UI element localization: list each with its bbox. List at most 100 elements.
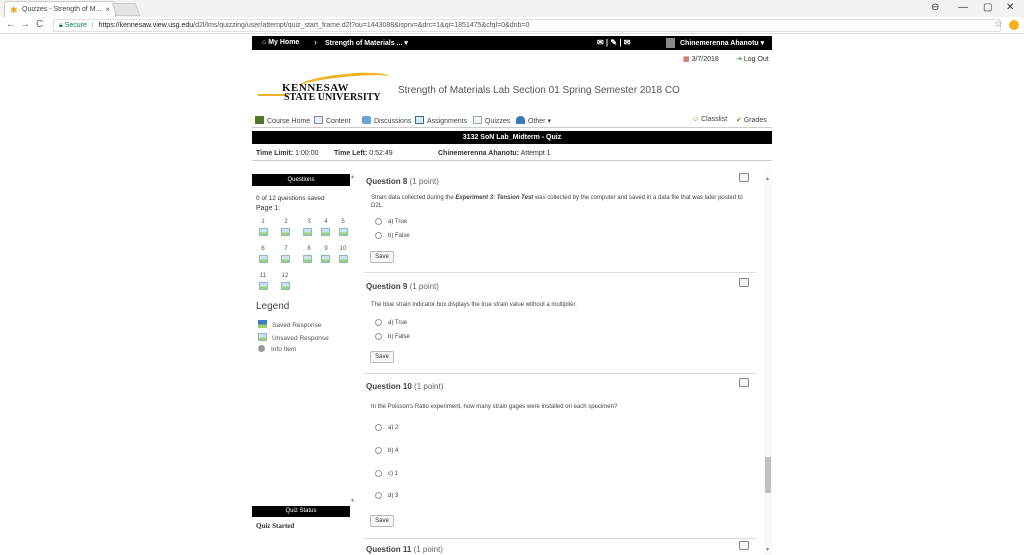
user-name: Chinemerenna Ahanotu [680,40,759,47]
question-divider [364,272,756,273]
lock-icon: 🔒︎ [59,22,63,29]
question-10-option-b[interactable]: b) 4 [375,447,398,454]
scroll-up-icon[interactable]: ▲ [765,176,770,182]
close-window-button[interactable]: ✕ [1006,2,1014,13]
course-selector[interactable]: Strength of Materials ... ▾ [325,39,408,47]
question-link-1[interactable]: 1 [257,219,269,225]
radio-button[interactable] [375,333,382,340]
grades-link[interactable]: ✔ Grades [736,116,767,124]
maximize-button[interactable]: ▢ [983,2,992,13]
sidebar-scrollbar[interactable]: ▲ ▼ [350,174,356,504]
minimize-button[interactable]: — [958,2,968,13]
radio-button[interactable] [375,424,382,431]
question-10-save-button[interactable]: Save [370,515,394,527]
unsaved-response-icon[interactable] [259,228,268,236]
question-link-5[interactable]: 5 [337,219,349,225]
question-8-option-b[interactable]: b) False [375,232,410,239]
discussions-link[interactable]: Discussions [362,116,411,125]
reload-button[interactable]: C [36,19,43,30]
unsaved-response-icon[interactable] [259,255,268,263]
question-link-12[interactable]: 12 [279,273,291,279]
user-menu[interactable]: Chinemerenna Ahanotu ▾ [680,39,764,47]
unsaved-response-icon[interactable] [259,282,268,290]
unsaved-response-icon[interactable] [339,255,348,263]
quizzes-link[interactable]: Quizzes [473,116,510,125]
question-10-option-c[interactable]: c) 1 [375,470,398,477]
forward-button[interactable]: → [20,19,30,30]
bookmark-star-icon[interactable]: ☆ [994,19,1003,30]
classlist-link[interactable]: ☺ Classlist [692,116,727,123]
question-link-4[interactable]: 4 [320,219,332,225]
avatar[interactable] [666,38,675,48]
content-link[interactable]: Content [314,116,351,125]
radio-button[interactable] [375,492,382,499]
url-host: https://kennesaw.view.usg.edu [98,22,194,29]
legend-info: Info Item [258,345,296,353]
browser-tab-bar: ✱ Quizzes - Strength of M... × ⊖ — ▢ ✕ [0,0,1024,17]
scroll-up-icon[interactable]: ▲ [350,174,355,180]
scroll-down-icon[interactable]: ▼ [350,498,355,504]
scroll-track[interactable] [764,174,772,555]
tab-close-icon[interactable]: × [105,5,110,14]
question-link-10[interactable]: 10 [337,246,349,252]
d2l-navbar: ⌂ My Home › Strength of Materials ... ▾ … [252,36,772,50]
browser-tab-title: Quizzes - Strength of M... [22,6,102,13]
question-link-9[interactable]: 9 [320,246,332,252]
new-tab-button[interactable] [111,3,141,16]
question-link-11[interactable]: 11 [257,273,269,279]
unsaved-response-icon[interactable] [339,228,348,236]
radio-button[interactable] [375,319,382,326]
url-field[interactable]: 🔒︎ Secure | https://kennesaw.view.usg.ed… [53,19,1001,32]
question-10-option-d[interactable]: d) 3 [375,492,398,499]
chevron-down-icon: ▾ [760,40,765,47]
legend-unsaved: Unsaved Response [258,333,329,342]
unsaved-response-icon[interactable] [321,255,330,263]
quiz-status-header: Quiz Status [252,506,350,517]
notification-icons[interactable]: ✉ | ✎ | ✉ [597,38,630,47]
scroll-thumb[interactable] [765,457,771,493]
scroll-down-icon[interactable]: ▼ [765,547,770,553]
page-label: Page 1: [256,205,281,212]
question-8-save-button[interactable]: Save [370,251,394,263]
question-9-save-button[interactable]: Save [370,351,394,363]
logout-link[interactable]: ⇥ Log Out [736,55,769,63]
question-link-8[interactable]: 8 [303,246,315,252]
question-link-2[interactable]: 2 [280,219,292,225]
radio-button[interactable] [375,218,382,225]
question-8-title: Question 8 (1 point) [366,177,439,186]
unsaved-response-icon[interactable] [281,228,290,236]
other-menu[interactable]: Other ▾ [516,116,551,125]
questions-panel-header: Questions [252,174,350,186]
assignments-icon [415,116,424,124]
unsaved-response-icon[interactable] [303,255,312,263]
browser-tab[interactable]: ✱ Quizzes - Strength of M... × [4,1,116,17]
question-8-option-a[interactable]: a) True [375,218,407,225]
extension-icon[interactable] [1009,20,1019,30]
url-divider: | [91,22,94,29]
account-icon[interactable]: ⊖ [931,2,939,13]
question-9-title: Question 9 (1 point) [366,282,439,291]
radio-button[interactable] [375,232,382,239]
radio-button[interactable] [375,447,382,454]
question-9-option-a[interactable]: a) True [375,319,407,326]
course-home-link[interactable]: Course Home [255,116,310,125]
question-link-7[interactable]: 7 [280,246,292,252]
question-link-3[interactable]: 3 [303,219,315,225]
question-10-option-a[interactable]: a) 2 [375,424,398,431]
logout-icon: ⇥ [736,56,742,63]
legend-title: Legend [256,301,290,312]
back-button[interactable]: ← [6,19,16,30]
question-link-6[interactable]: 6 [257,246,269,252]
unsaved-response-icon[interactable] [281,255,290,263]
unsaved-response-icon[interactable] [321,228,330,236]
my-home-link[interactable]: ⌂ My Home [262,39,299,46]
unsaved-response-icon[interactable] [303,228,312,236]
attempt-info: Chinemerenna Ahanotu: Attempt 1 [438,150,551,157]
question-9-option-b[interactable]: b) False [375,333,410,340]
ksu-logo[interactable]: KENNESAW STATE UNIVERSITY [258,69,391,104]
assignments-link[interactable]: Assignments [415,116,467,125]
radio-button[interactable] [375,470,382,477]
main-scrollbar[interactable]: ▲ ▼ [764,174,772,555]
question-9-text: The blue strain indicator box displays t… [371,302,577,308]
unsaved-response-icon[interactable] [281,282,290,290]
